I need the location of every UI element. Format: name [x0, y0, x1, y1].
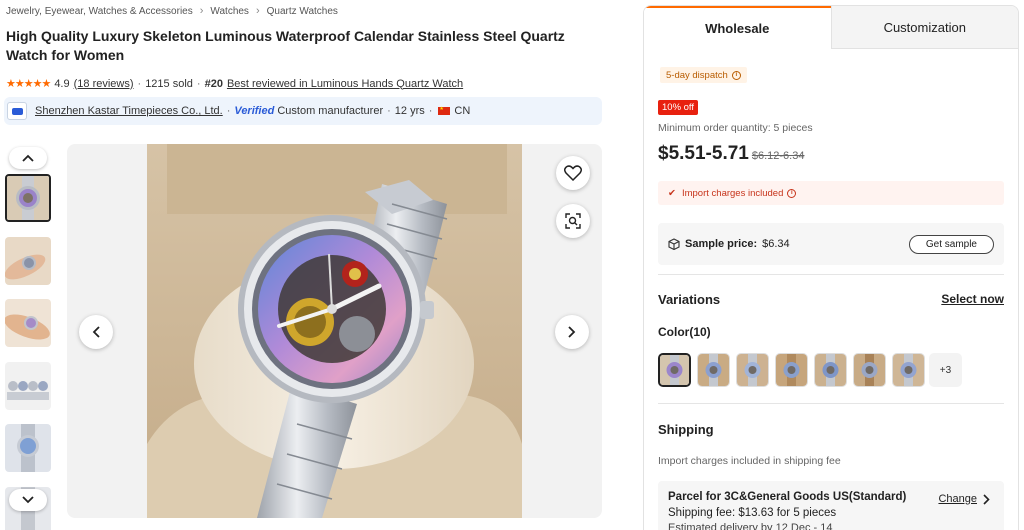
shipping-note: Import charges included in shipping fee — [658, 455, 841, 467]
chevron-up-icon — [22, 154, 34, 162]
watch-thumbnail-image — [7, 176, 49, 220]
thumbnails-up-button[interactable] — [9, 147, 47, 169]
change-shipping-link[interactable]: Change — [938, 493, 990, 505]
check-icon: ✔ — [668, 187, 676, 199]
rating-stars-icon: ★★★★★ — [6, 78, 51, 90]
sample-price-value: $6.34 — [762, 238, 790, 250]
supplier-type: Custom manufacturer — [277, 105, 384, 117]
info-icon[interactable]: i — [787, 188, 797, 198]
rank-badge: #20 — [204, 77, 223, 90]
tab-customization[interactable]: Customization — [830, 6, 1018, 49]
image-search-icon — [565, 213, 581, 229]
verified-badge: Verified — [234, 105, 275, 117]
more-colors-button[interactable]: +3 — [929, 353, 962, 387]
swatch-image — [815, 354, 846, 386]
supplier-country: CN — [454, 105, 471, 117]
watch-product-image — [147, 144, 522, 518]
breadcrumb-item-watches[interactable]: Watches — [210, 6, 249, 17]
image-search-button[interactable] — [556, 204, 590, 238]
info-icon[interactable]: i — [731, 70, 741, 80]
get-sample-button[interactable]: Get sample — [908, 235, 994, 254]
thumbnail-4[interactable] — [5, 362, 51, 410]
discount-badge: 10% off — [658, 100, 699, 115]
supplier-years: 12 yrs — [394, 105, 425, 117]
color-swatch-7[interactable] — [892, 353, 925, 387]
estimated-delivery: Estimated delivery by 12 Dec - 14 — [668, 522, 833, 530]
reviews-link[interactable]: (18 reviews) — [74, 78, 134, 90]
breadcrumb-item-quartz-watches[interactable]: Quartz Watches — [267, 6, 338, 17]
sample-price-box: Sample price: $6.34 Get sample — [658, 223, 1004, 265]
watch-closeup-thumbnail-image — [5, 424, 51, 472]
variations-heading: Variations — [658, 292, 721, 307]
watches-lineup-thumbnail-image — [5, 362, 51, 410]
change-label: Change — [938, 493, 977, 505]
chevron-right-icon — [568, 326, 576, 338]
divider — [658, 403, 1004, 404]
main-image-viewer — [67, 144, 602, 518]
color-label: Color(10) — [658, 325, 711, 339]
supplier-name-link[interactable]: Shenzhen Kastar Timepieces Co., Ltd. — [35, 105, 223, 117]
thumbnail-strip — [4, 143, 52, 530]
dispatch-label: 5-day dispatch — [666, 69, 728, 81]
chevron-right-icon — [983, 493, 990, 505]
swatch-image — [698, 354, 729, 386]
import-charges-label: Import charges included — [681, 187, 784, 199]
breadcrumb-item-jewelry[interactable]: Jewelry, Eyewear, Watches & Accessories — [6, 6, 193, 17]
purchase-panel: Wholesale Customization 5-day dispatch i… — [643, 5, 1019, 530]
rank-link[interactable]: Best reviewed in Luminous Hands Quartz W… — [227, 78, 463, 90]
minimum-order-quantity: Minimum order quantity: 5 pieces — [658, 122, 813, 134]
breadcrumb-separator: › — [199, 5, 204, 17]
color-swatch-2[interactable] — [697, 353, 730, 387]
favorite-button[interactable] — [556, 156, 590, 190]
import-charges-note: ✔ Import charges included i — [658, 181, 1004, 205]
product-title: High Quality Luxury Skeleton Luminous Wa… — [6, 28, 565, 63]
purchase-tabs: Wholesale Customization — [644, 6, 1018, 49]
swatch-image — [737, 354, 768, 386]
chevron-left-icon — [92, 326, 100, 338]
color-swatch-3[interactable] — [736, 353, 769, 387]
wrist-thumbnail-image — [5, 299, 51, 347]
swatch-image — [893, 354, 924, 386]
swatch-image — [660, 355, 689, 385]
supplier-logo — [7, 102, 27, 120]
color-swatch-5[interactable] — [814, 353, 847, 387]
original-price: $6.12-6.34 — [751, 150, 805, 162]
color-swatch-1[interactable] — [658, 353, 691, 387]
thumbnail-5[interactable] — [5, 424, 51, 472]
rating-row: ★★★★★ 4.9 (18 reviews) · 1215 sold · #20… — [6, 77, 464, 91]
rating-value: 4.9 — [54, 77, 70, 90]
shipping-heading: Shipping — [658, 422, 714, 437]
swatch-image — [854, 354, 885, 386]
color-swatch-4[interactable] — [775, 353, 808, 387]
current-price: $5.51-5.71 — [658, 143, 749, 164]
chevron-down-icon — [22, 496, 34, 504]
china-flag-icon — [438, 106, 451, 115]
divider — [658, 274, 1004, 275]
swatch-image — [776, 354, 807, 386]
thumbnail-1[interactable] — [5, 174, 51, 222]
heart-icon — [564, 165, 582, 181]
wrist-thumbnail-image — [5, 237, 51, 285]
shipping-fee: Shipping fee: $13.63 for 5 pieces — [668, 507, 837, 519]
supplier-bar: Shenzhen Kastar Timepieces Co., Ltd. · V… — [4, 97, 602, 125]
thumbnail-2[interactable] — [5, 237, 51, 285]
tab-wholesale[interactable]: Wholesale — [644, 6, 831, 49]
thumbnail-3[interactable] — [5, 299, 51, 347]
price-block: $5.51-5.71 $6.12-6.34 — [658, 143, 804, 165]
breadcrumb-separator: › — [255, 5, 260, 17]
breadcrumb: Jewelry, Eyewear, Watches & Accessories … — [6, 5, 338, 17]
sample-price-label: Sample price: — [685, 238, 758, 250]
shipping-option-box: Parcel for 3C&General Goods US(Standard)… — [658, 481, 1004, 530]
previous-image-button[interactable] — [79, 315, 113, 349]
thumbnails-down-button[interactable] — [9, 489, 47, 511]
dispatch-badge: 5-day dispatch i — [660, 67, 747, 83]
sold-count: 1215 sold — [145, 77, 193, 90]
next-image-button[interactable] — [555, 315, 589, 349]
select-now-link[interactable]: Select now — [941, 292, 1004, 306]
box-icon — [668, 238, 680, 250]
color-swatch-6[interactable] — [853, 353, 886, 387]
